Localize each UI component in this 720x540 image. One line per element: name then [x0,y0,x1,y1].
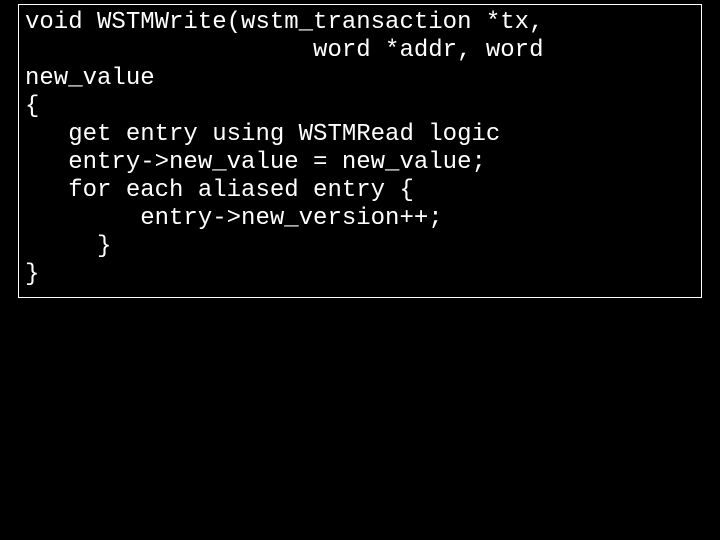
code-line: get entry using WSTMRead logic [25,121,695,149]
code-line: } [25,261,695,289]
code-box: void WSTMWrite(wstm_transaction *tx, wor… [18,4,702,298]
code-line: entry->new_value = new_value; [25,149,695,177]
code-line: new_value [25,65,695,93]
code-line: { [25,93,695,121]
code-line: } [25,233,695,261]
slide: void WSTMWrite(wstm_transaction *tx, wor… [0,0,720,540]
code-line: word *addr, word [25,37,695,65]
code-line: for each aliased entry { [25,177,695,205]
code-line: entry->new_version++; [25,205,695,233]
code-line: void WSTMWrite(wstm_transaction *tx, [25,9,695,37]
